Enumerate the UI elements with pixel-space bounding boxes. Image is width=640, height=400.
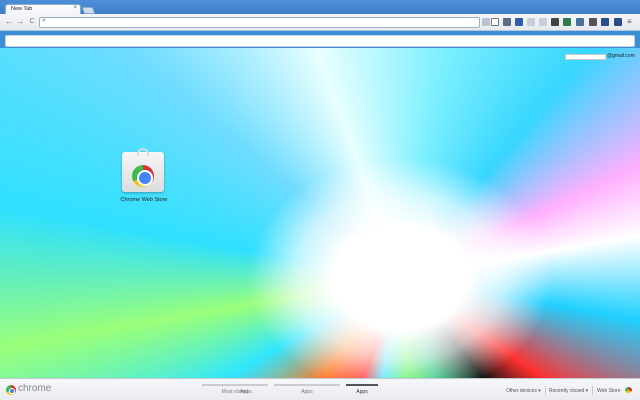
tab-title: New Tab (11, 6, 33, 12)
search-icon: ⌕ (42, 17, 46, 24)
back-icon[interactable]: ← (4, 17, 14, 27)
recently-closed-menu[interactable]: Recently closed ▾ (549, 388, 588, 394)
pager-bar (346, 384, 378, 386)
extension-icon-4[interactable] (551, 18, 559, 26)
tab-close-icon[interactable]: × (73, 5, 77, 11)
pager-bar (274, 384, 340, 386)
pager-label: Apps (356, 389, 368, 395)
footer: chrome Most visited Apps Apps Apps Other… (0, 378, 640, 400)
app-tile-chrome-web-store[interactable]: Chrome Web Store (118, 148, 170, 208)
extension-icon-9[interactable] (614, 18, 622, 26)
extension-icon-6[interactable] (576, 18, 584, 26)
new-tab-button[interactable] (81, 7, 96, 14)
extension-icon-5[interactable] (563, 18, 571, 26)
window-titlebar: New Tab × (0, 0, 640, 15)
web-store-icon[interactable] (625, 387, 632, 393)
extension-icon-2[interactable] (527, 18, 535, 26)
other-devices-menu[interactable]: Other devices ▾ (506, 388, 541, 394)
bookmark-bar (5, 35, 635, 47)
pager-label: Apps (240, 389, 252, 395)
web-store-link[interactable]: Web Store (597, 388, 621, 394)
footer-brand: chrome (18, 383, 52, 394)
pager-label: Apps (301, 389, 313, 395)
gmail-extension-icon[interactable] (503, 18, 511, 26)
chrome-logo-icon (132, 165, 154, 187)
page-action-icon[interactable] (482, 18, 490, 26)
new-tab-page-background (0, 48, 640, 378)
extension-icon-7[interactable] (589, 18, 597, 26)
reload-icon[interactable]: C (27, 17, 37, 27)
app-label: Chrome Web Store (120, 197, 168, 203)
pager-apps-2[interactable]: Apps (274, 384, 340, 398)
bag-handle (137, 148, 149, 156)
extension-icon-1[interactable] (515, 18, 523, 26)
omnibox[interactable]: ⌕ (39, 17, 480, 28)
pager-apps-1[interactable]: Apps (226, 384, 266, 398)
divider (545, 386, 546, 395)
extension-icon-8[interactable] (601, 18, 609, 26)
menu-icon[interactable]: ≡ (627, 18, 635, 26)
user-name-field (565, 54, 606, 60)
chrome-logo-icon (6, 385, 16, 395)
omnibox-input[interactable] (51, 18, 476, 27)
star-icon[interactable] (491, 18, 499, 26)
toolbar: ← → C ⌕ ≡ (0, 14, 640, 31)
divider (592, 386, 593, 395)
web-store-bag-icon (122, 148, 164, 192)
forward-icon[interactable]: → (15, 17, 25, 27)
pager-apps-3[interactable]: Apps (346, 384, 378, 398)
extension-icon-3[interactable] (539, 18, 547, 26)
user-email[interactable]: @gmail.com (607, 53, 635, 59)
